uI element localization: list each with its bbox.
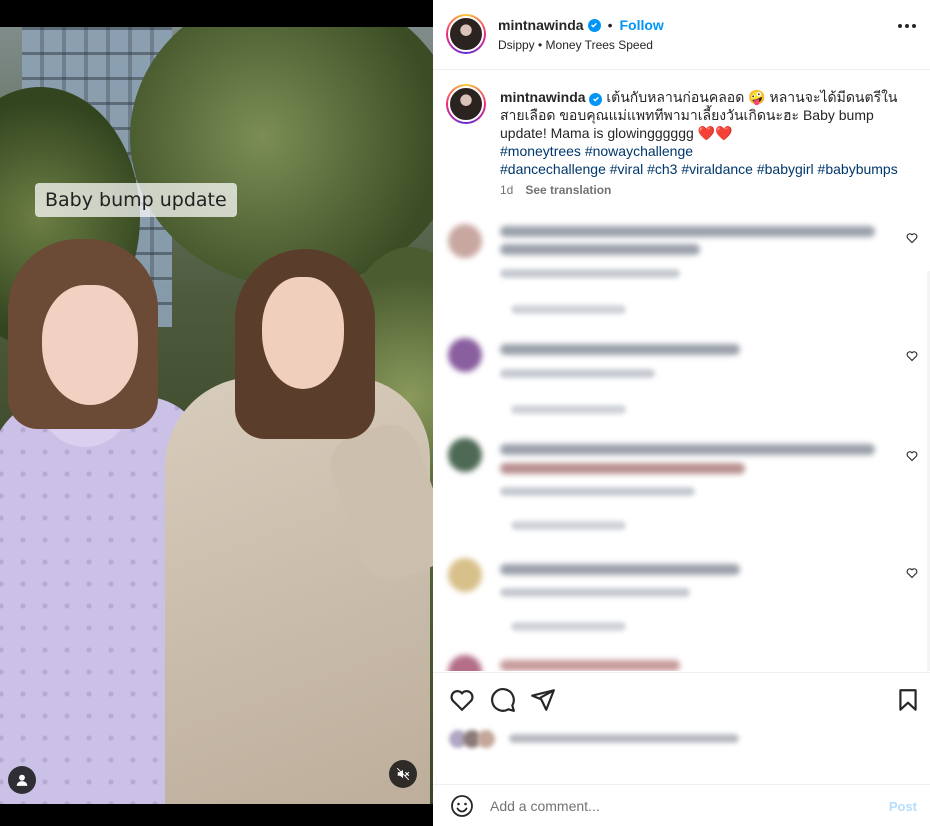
- post-side-panel: mintnawinda • Follow Dsippy • Money Tree…: [433, 0, 930, 826]
- user-icon: [16, 774, 28, 786]
- person-left-face: [42, 285, 138, 405]
- comment-item: [433, 436, 930, 536]
- caption-hashtags[interactable]: #moneytrees #nowaychallenge: [500, 143, 693, 159]
- post-age: 1d: [500, 183, 514, 197]
- comment-item: [433, 334, 930, 434]
- avatar: [448, 338, 482, 372]
- comment-text: [500, 463, 745, 474]
- caption-hashtags[interactable]: #dancechallenge #viral #ch3 #viraldance …: [500, 161, 898, 177]
- add-comment-bar: Post: [433, 784, 930, 826]
- view-replies-link: [511, 622, 626, 631]
- comments-section[interactable]: mintnawinda เต้นกับหลานก่อนคลอด 🤪 หลานจะ…: [433, 71, 930, 671]
- comment-item: [433, 651, 930, 671]
- person-right-face: [262, 277, 344, 389]
- tree-center: [130, 27, 433, 287]
- audio-track-link[interactable]: Dsippy • Money Trees Speed: [498, 38, 653, 52]
- heart-outline-icon[interactable]: [906, 232, 918, 244]
- speaker-muted-icon: [396, 767, 410, 781]
- post-header: mintnawinda • Follow Dsippy • Money Tree…: [433, 0, 930, 70]
- heart-outline-icon[interactable]: [449, 687, 475, 713]
- video-frame[interactable]: [0, 27, 433, 804]
- comment-item: [433, 216, 930, 316]
- separator-dot: •: [607, 17, 613, 33]
- liked-by-text: [509, 734, 739, 743]
- verified-badge-icon: [589, 92, 603, 106]
- verified-badge-icon: [587, 18, 601, 32]
- see-translation-link[interactable]: See translation: [525, 183, 611, 197]
- liked-by[interactable]: [449, 728, 749, 748]
- bookmark-icon[interactable]: [895, 687, 921, 713]
- post-comment-button[interactable]: Post: [889, 799, 917, 814]
- comment-meta: [500, 269, 680, 278]
- author-username[interactable]: mintnawinda: [498, 17, 584, 33]
- view-replies-link: [511, 405, 626, 414]
- ellipsis-icon: [898, 24, 902, 28]
- avatar: [448, 224, 482, 258]
- heart-outline-icon[interactable]: [906, 450, 918, 462]
- add-comment-input[interactable]: [490, 793, 870, 819]
- follow-button[interactable]: Follow: [619, 17, 663, 33]
- post-actions: [433, 672, 930, 726]
- view-replies-link: [511, 521, 626, 530]
- comment-text: [500, 444, 875, 455]
- mute-button[interactable]: [389, 760, 417, 788]
- paper-plane-icon[interactable]: [530, 687, 556, 713]
- video-caption-tag: Baby bump update: [35, 183, 237, 217]
- smiley-icon[interactable]: [450, 794, 474, 818]
- author-avatar[interactable]: [446, 14, 486, 54]
- comment-text: [500, 344, 740, 355]
- tagged-users-button[interactable]: [8, 766, 36, 794]
- heart-outline-icon[interactable]: [906, 350, 918, 362]
- caption-author-avatar[interactable]: [446, 84, 486, 124]
- comment-meta: [500, 487, 695, 496]
- avatar: [448, 655, 482, 671]
- author-row: mintnawinda • Follow: [498, 17, 664, 33]
- caption: mintnawinda เต้นกับหลานก่อนคลอด 🤪 หลานจะ…: [500, 88, 910, 178]
- comment-meta: [500, 369, 655, 378]
- more-options-button[interactable]: [898, 24, 916, 28]
- comment-item: [433, 556, 930, 656]
- avatar: [448, 558, 482, 592]
- comment-text: [500, 660, 680, 671]
- post-media[interactable]: Baby bump update: [0, 0, 433, 826]
- instagram-post-modal: Baby bump update mintnawinda • Follow Ds…: [0, 0, 930, 826]
- comment-meta: [500, 588, 690, 597]
- speech-bubble-icon[interactable]: [490, 687, 516, 713]
- avatar: [448, 438, 482, 472]
- heart-outline-icon[interactable]: [906, 567, 918, 579]
- caption-username[interactable]: mintnawinda: [500, 89, 586, 105]
- comment-text: [500, 226, 875, 237]
- caption-meta: 1d See translation: [500, 183, 611, 197]
- comment-text: [500, 564, 740, 575]
- view-replies-link: [511, 305, 626, 314]
- avatar: [477, 730, 495, 748]
- comment-text: [500, 244, 700, 255]
